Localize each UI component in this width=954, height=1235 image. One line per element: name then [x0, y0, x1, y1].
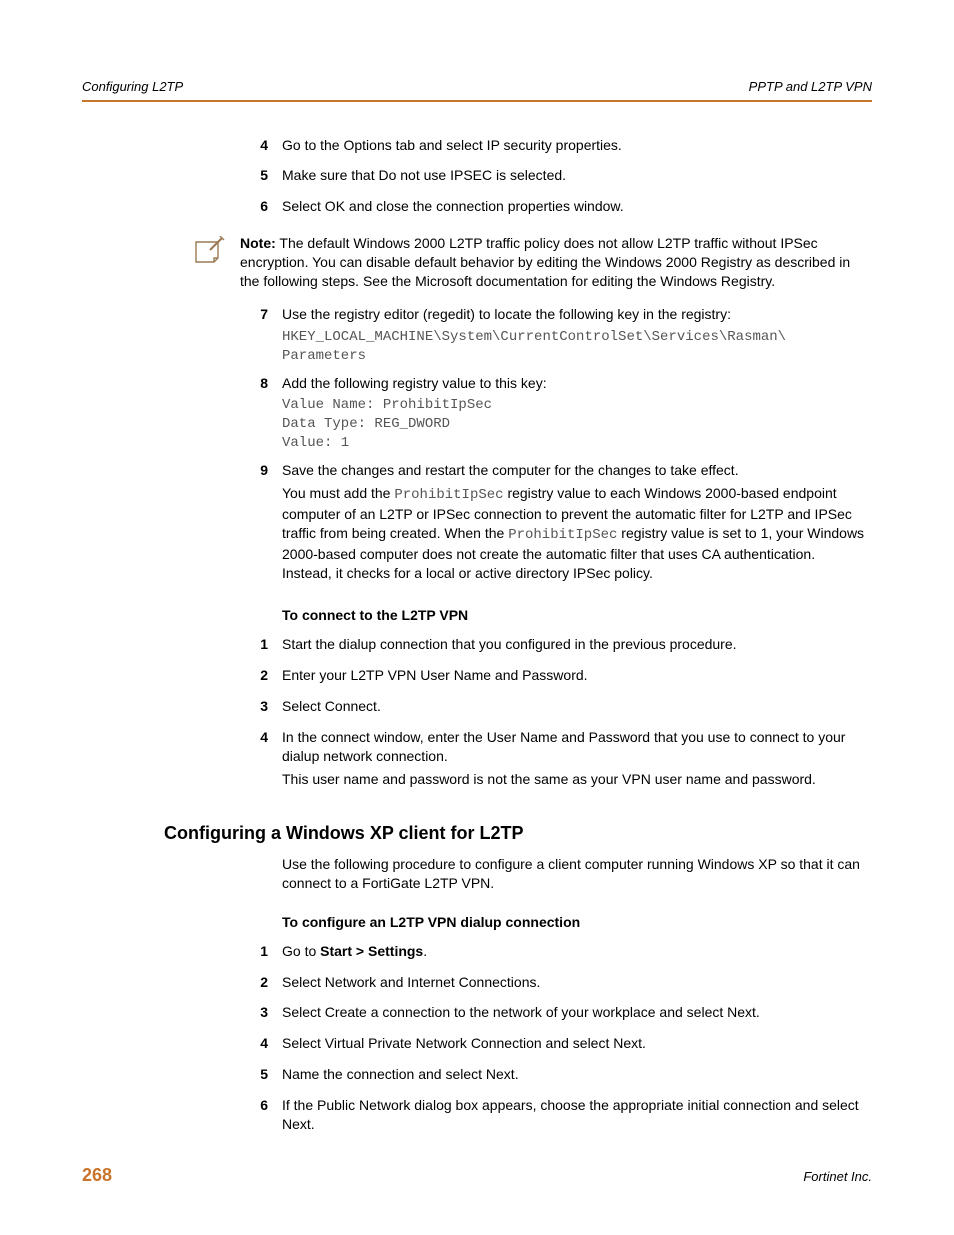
step-explanation: You must add the ProhibitIpSec registry … [282, 484, 868, 582]
procedure-subhead: To connect to the L2TP VPN [282, 606, 868, 625]
menu-path: Start > Settings [320, 943, 423, 959]
step-text: Go to the Options tab and select IP secu… [282, 136, 868, 155]
list-item: 8 Add the following registry value to th… [238, 374, 868, 454]
running-head-right: PPTP and L2TP VPN [749, 78, 872, 96]
list-item: 4 Select Virtual Private Network Connect… [238, 1034, 868, 1057]
list-item: 1 Start the dialup connection that you c… [238, 635, 868, 658]
list-item: 4 In the connect window, enter the User … [238, 728, 868, 793]
step-note: This user name and password is not the s… [282, 770, 868, 789]
step-number: 3 [238, 1003, 282, 1026]
registry-value-code: Value Name: ProhibitIpSec Data Type: REG… [282, 396, 868, 453]
step-text: Save the changes and restart the compute… [282, 461, 868, 480]
step-text: Enter your L2TP VPN User Name and Passwo… [282, 666, 868, 685]
list-item: 3 Select Connect. [238, 697, 868, 720]
list-item: 5 Name the connection and select Next. [238, 1065, 868, 1088]
step-number: 1 [238, 635, 282, 658]
list-item: 4 Go to the Options tab and select IP se… [238, 136, 868, 159]
note-callout: Note: The default Windows 2000 L2TP traf… [190, 234, 868, 291]
page-number: 268 [82, 1163, 112, 1187]
step-text: Start the dialup connection that you con… [282, 635, 868, 654]
list-item: 9 Save the changes and restart the compu… [238, 461, 868, 586]
step-text: Select Connect. [282, 697, 868, 716]
list-item: 2 Select Network and Internet Connection… [238, 973, 868, 996]
step-number: 5 [238, 166, 282, 189]
list-item: 5 Make sure that Do not use IPSEC is sel… [238, 166, 868, 189]
header-rule [82, 100, 872, 102]
list-item: 6 Select OK and close the connection pro… [238, 197, 868, 220]
step-number: 2 [238, 973, 282, 996]
section-heading: Configuring a Windows XP client for L2TP [164, 821, 868, 845]
running-head-left: Configuring L2TP [82, 78, 183, 96]
step-number: 4 [238, 728, 282, 793]
step-number: 8 [238, 374, 282, 454]
procedure-subhead: To configure an L2TP VPN dialup connecti… [282, 913, 868, 932]
note-body: The default Windows 2000 L2TP traffic po… [240, 235, 850, 289]
publisher: Fortinet Inc. [803, 1168, 872, 1186]
note-label: Note: [240, 235, 276, 251]
step-number: 5 [238, 1065, 282, 1088]
step-number: 7 [238, 305, 282, 366]
step-text: Make sure that Do not use IPSEC is selec… [282, 166, 868, 185]
step-text: Add the following registry value to this… [282, 374, 868, 393]
step-text: Select Virtual Private Network Connectio… [282, 1034, 868, 1053]
section-intro: Use the following procedure to configure… [282, 855, 868, 893]
note-icon [190, 236, 230, 273]
step-text: If the Public Network dialog box appears… [282, 1096, 868, 1134]
step-text: Use the registry editor (regedit) to loc… [282, 305, 868, 324]
inline-code: ProhibitIpSec [508, 527, 617, 543]
step-text: In the connect window, enter the User Na… [282, 728, 868, 766]
step-number: 2 [238, 666, 282, 689]
list-item: 6 If the Public Network dialog box appea… [238, 1096, 868, 1138]
step-number: 3 [238, 697, 282, 720]
step-number: 4 [238, 136, 282, 159]
registry-path-code: HKEY_LOCAL_MACHINE\System\CurrentControl… [282, 328, 868, 366]
list-item: 2 Enter your L2TP VPN User Name and Pass… [238, 666, 868, 689]
list-item: 1 Go to Start > Settings. [238, 942, 868, 965]
step-text: Name the connection and select Next. [282, 1065, 868, 1084]
step-number: 6 [238, 1096, 282, 1138]
step-number: 1 [238, 942, 282, 965]
step-number: 9 [238, 461, 282, 586]
step-number: 4 [238, 1034, 282, 1057]
step-text: Go to Start > Settings. [282, 942, 868, 961]
list-item: 7 Use the registry editor (regedit) to l… [238, 305, 868, 366]
step-text: Select OK and close the connection prope… [282, 197, 868, 216]
step-text: Select Network and Internet Connections. [282, 973, 868, 992]
list-item: 3 Select Create a connection to the netw… [238, 1003, 868, 1026]
step-number: 6 [238, 197, 282, 220]
inline-code: ProhibitIpSec [394, 487, 503, 503]
step-text: Select Create a connection to the networ… [282, 1003, 868, 1022]
